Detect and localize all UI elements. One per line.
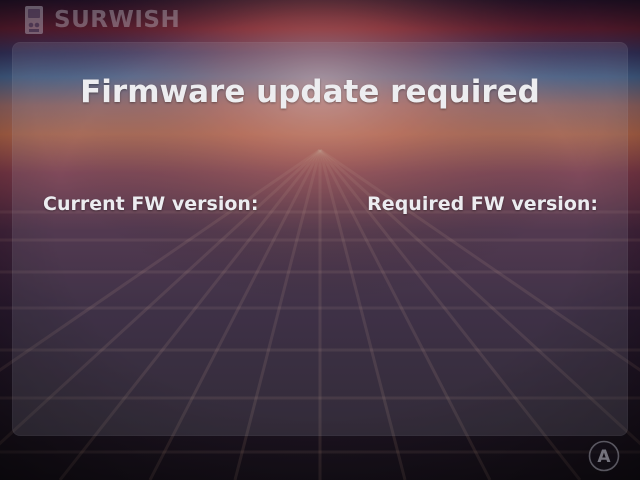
app-header: SURWISH	[24, 4, 180, 36]
switch-cartridge-icon	[25, 6, 43, 34]
current-fw-version-label: Current FW version:	[43, 193, 259, 215]
dialog-title: Firmware update required	[80, 74, 540, 110]
firmware-update-screen: SURWISH Firmware update required Current…	[0, 0, 640, 480]
a-button-icon[interactable]: A	[588, 440, 620, 472]
a-button-glyph: A	[597, 447, 611, 467]
required-fw-version-label: Required FW version:	[367, 193, 598, 215]
app-title: SURWISH	[54, 7, 181, 33]
